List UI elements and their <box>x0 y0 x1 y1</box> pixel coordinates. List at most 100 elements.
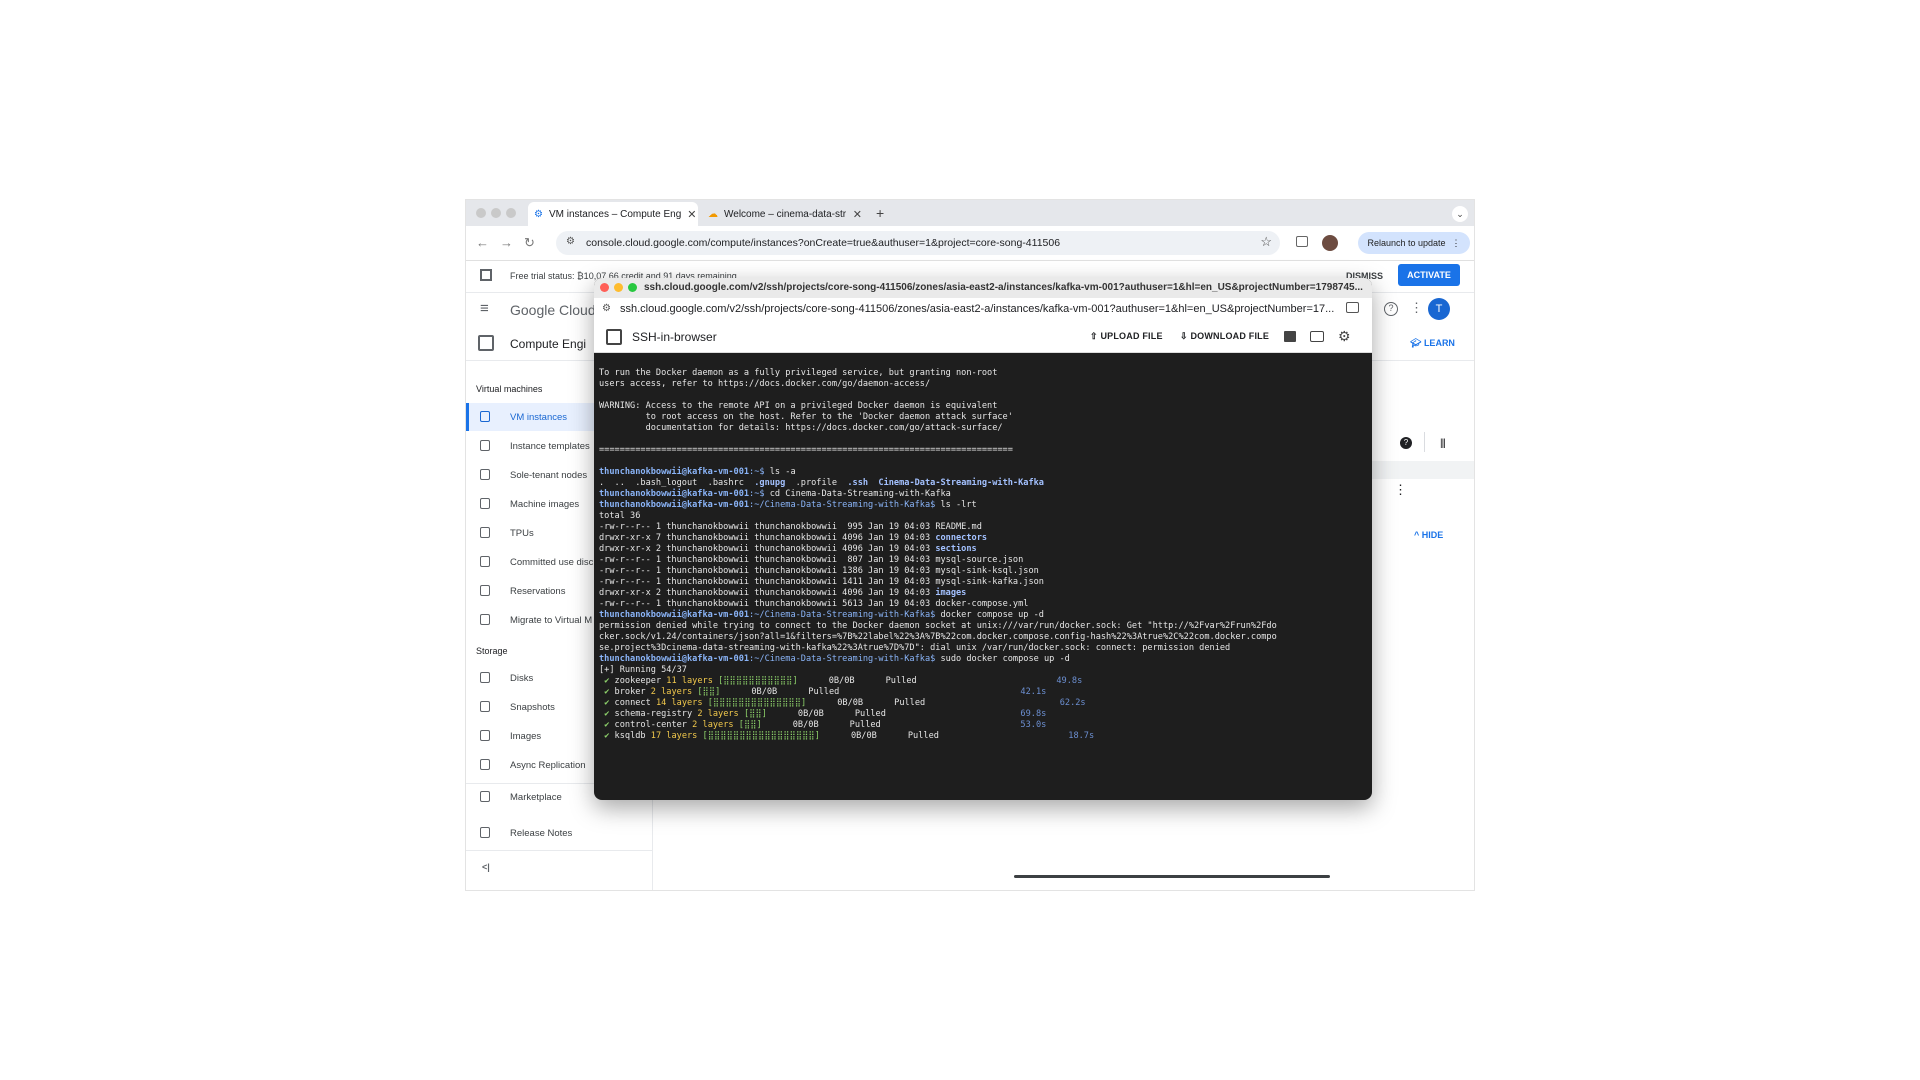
prompt-path: :~$ <box>749 489 765 499</box>
window-minimize-dot[interactable] <box>491 208 501 218</box>
prompt-user: thunchanokbowwii@kafka-vm-001 <box>599 654 750 664</box>
more-vert-icon: ⋮ <box>1451 237 1461 248</box>
service-name: ksqldb <box>609 731 651 741</box>
hide-button[interactable]: ^ HIDE <box>1414 530 1443 540</box>
replication-icon <box>480 759 490 770</box>
more-options-icon[interactable]: ⋮ <box>1410 300 1423 316</box>
prompt-path: :~/Cinema-Data-Streaming-with-Kafka$ <box>749 500 936 510</box>
prompt-user: thunchanokbowwii@kafka-vm-001 <box>599 610 750 620</box>
command: ls -lrt <box>935 500 977 510</box>
pull-time: 69.8s <box>1020 709 1047 719</box>
service-row: ✔ ksqldb 17 layers [⣿⣿⣿⣿⣿⣿⣿⣿⣿⣿⣿⣿⣿⣿⣿⣿⣿] 0… <box>599 731 1094 741</box>
service-name: zookeeper <box>609 676 667 686</box>
listing-meta: -rw-r--r-- 1 thunchanokbowwii thunchanok… <box>599 599 936 609</box>
relaunch-button[interactable]: Relaunch to update ⋮ <box>1358 232 1470 254</box>
keyboard-icon[interactable] <box>1310 331 1324 342</box>
dir-name: .gnupg <box>754 478 786 488</box>
snapshot-icon <box>480 701 490 712</box>
close-tab-icon[interactable]: ✕ <box>853 208 862 221</box>
tab-search-icon[interactable]: ⌄ <box>1452 206 1468 222</box>
sidebar-item-release-notes[interactable]: Release Notes <box>466 819 652 847</box>
intro-line: to root access on the host. Refer to the… <box>599 412 1013 422</box>
toolbar-divider <box>1424 432 1425 452</box>
help-icon[interactable]: ? <box>1384 302 1398 316</box>
learn-button[interactable]: 🎓︎ LEARN <box>1410 338 1455 349</box>
forward-icon[interactable]: → <box>500 235 513 250</box>
row-actions-icon[interactable]: ⋮ <box>1394 482 1407 498</box>
side-panel-icon[interactable] <box>1296 236 1308 247</box>
bookmark-star-icon[interactable]: ☆ <box>1260 234 1272 250</box>
intro-line: users access, refer to https://docs.dock… <box>599 379 931 389</box>
pull-time: 62.2s <box>1059 698 1086 708</box>
prompt-user: thunchanokbowwii@kafka-vm-001 <box>599 500 750 510</box>
site-info-icon[interactable]: ⚙ <box>602 303 611 314</box>
window-close-dot[interactable] <box>476 208 486 218</box>
menu-icon[interactable]: ≡ <box>480 301 489 316</box>
columns-icon[interactable]: ||| <box>1440 438 1446 449</box>
pull-size: 0B/0B <box>751 687 778 697</box>
terminal-output[interactable]: To run the Docker daemon as a fully priv… <box>599 368 1369 788</box>
file-name: mysql-sink-kafka.json <box>935 577 1044 587</box>
reload-icon[interactable]: ↻ <box>524 235 535 251</box>
help-circle-icon[interactable]: ? <box>1400 437 1412 449</box>
tab-vm-instances[interactable]: ⚙ VM instances – Compute Eng ✕ <box>528 202 698 226</box>
ssh-address-bar: ⚙ ssh.cloud.google.com/v2/ssh/projects/c… <box>594 298 1372 323</box>
intro-line: ========================================… <box>599 445 1013 455</box>
pull-size: 0B/0B <box>797 709 824 719</box>
profile-avatar[interactable] <box>1322 235 1338 251</box>
command: docker compose up -d <box>935 610 1044 620</box>
pull-status: Pulled <box>854 709 886 719</box>
intro-line: documentation for details: https://docs.… <box>599 423 1003 433</box>
progress-bar: [⣿⣿⣿⣿⣿⣿⣿⣿⣿⣿⣿] <box>718 676 798 686</box>
window-zoom-dot[interactable] <box>506 208 516 218</box>
service-row: ✔ broker 2 layers [⣿⣿] 0B/0B Pulled 42.1… <box>599 687 1046 697</box>
service-name: control-center <box>609 720 693 730</box>
section-storage: Storage <box>476 646 508 656</box>
settings-gear-icon[interactable]: ⚙ <box>1338 328 1351 345</box>
activate-button[interactable]: ACTIVATE <box>1398 264 1460 286</box>
upload-file-button[interactable]: ⇧ UPLOAD FILE <box>1090 331 1163 342</box>
error-line: permission denied while trying to connec… <box>599 621 1277 631</box>
image-icon <box>480 498 490 509</box>
gift-icon <box>480 269 492 281</box>
learn-icon: 🎓︎ <box>1410 338 1424 348</box>
tab-welcome[interactable]: ☁ Welcome – cinema-data-str ✕ <box>702 202 868 226</box>
service-name: broker <box>609 687 651 697</box>
file-name: README.md <box>935 522 982 532</box>
collapse-sidebar-icon[interactable]: <| <box>482 862 490 872</box>
reservation-icon <box>480 585 490 596</box>
error-line: cker.sock/v1.24/containers/json?all=1&fi… <box>599 632 1277 642</box>
url-input[interactable]: ⚙ console.cloud.google.com/compute/insta… <box>556 231 1280 255</box>
camera-off-icon[interactable] <box>1346 302 1359 313</box>
ssh-url[interactable]: ssh.cloud.google.com/v2/ssh/projects/cor… <box>620 303 1334 315</box>
discount-icon <box>480 556 490 567</box>
google-cloud-logo[interactable]: Google Cloud <box>510 302 596 318</box>
service-row: ✔ schema-registry 2 layers [⣿⣿] 0B/0B Pu… <box>599 709 1046 719</box>
listing-meta: drwxr-xr-x 7 thunchanokbowwii thunchanok… <box>599 533 936 543</box>
prompt-path: :~/Cinema-Data-Streaming-with-Kafka$ <box>749 654 936 664</box>
download-file-button[interactable]: ⇩ DOWNLOAD FILE <box>1180 331 1269 342</box>
pull-status: Pulled <box>894 698 926 708</box>
progress-bar: [⣿⣿⣿⣿⣿⣿⣿⣿⣿⣿⣿⣿⣿⣿] <box>707 698 807 708</box>
account-avatar[interactable]: T <box>1428 298 1450 320</box>
dir-name: sections <box>935 544 977 554</box>
progress-bar: [⣿⣿] <box>738 720 762 730</box>
ssh-close-dot[interactable] <box>600 283 609 292</box>
total-line: total 36 <box>599 511 641 521</box>
ssh-zoom-dot[interactable] <box>628 283 637 292</box>
close-tab-icon[interactable]: ✕ <box>687 208 696 221</box>
pull-time: 42.1s <box>1020 687 1047 697</box>
back-icon[interactable]: ← <box>476 235 489 250</box>
layer-count: 2 layers <box>650 687 693 697</box>
ssh-minimize-dot[interactable] <box>614 283 623 292</box>
dir-name: images <box>935 588 967 598</box>
prompt-user: thunchanokbowwii@kafka-vm-001 <box>599 467 750 477</box>
horizontal-scrollbar[interactable] <box>1014 875 1330 878</box>
site-info-icon[interactable]: ⚙ <box>566 236 575 247</box>
notes-icon <box>480 827 490 838</box>
new-tab-button[interactable]: + <box>876 205 884 221</box>
feedback-icon[interactable] <box>1284 331 1296 342</box>
pull-time: 49.8s <box>1056 676 1083 686</box>
ssh-title-url: ssh.cloud.google.com/v2/ssh/projects/cor… <box>644 282 1363 293</box>
pull-status: Pulled <box>849 720 881 730</box>
